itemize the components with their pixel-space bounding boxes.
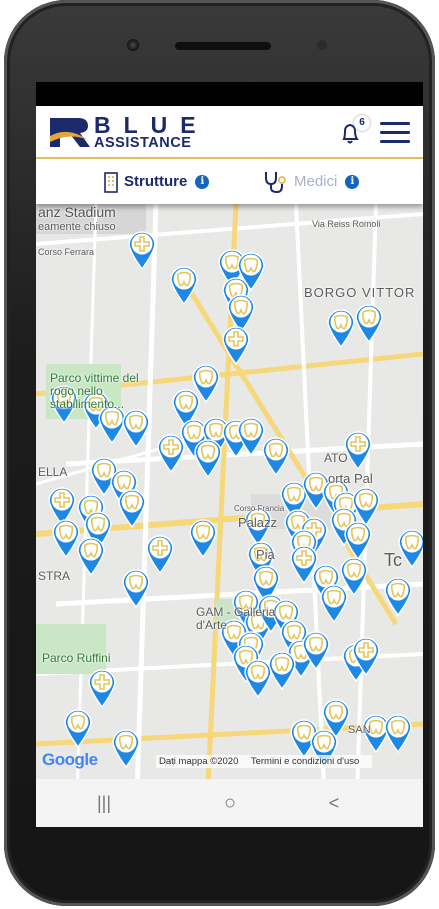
map-label-closed: eamente chiuso xyxy=(38,221,116,233)
screen: BLUE ASSISTANCE 6 Strutture i Medici i a… xyxy=(36,82,423,827)
tab-medici[interactable]: Medici i xyxy=(262,159,360,204)
map-label-ella: ELLA xyxy=(38,465,68,479)
clinic-pin-icon[interactable] xyxy=(221,325,251,365)
proximity-sensor xyxy=(317,40,327,50)
hamburger-line-icon xyxy=(380,131,410,134)
tab-bar: Strutture i Medici i xyxy=(36,159,423,204)
app-header: BLUE ASSISTANCE 6 xyxy=(36,106,423,159)
dentist-pin-icon[interactable] xyxy=(343,520,373,560)
map-label-corso-ferrara: Corso Ferrara xyxy=(38,247,95,257)
terms-link[interactable]: Termini e condizioni d'uso xyxy=(251,756,359,767)
map-attribution: Dati mappa ©2020 Termini e condizioni d'… xyxy=(156,755,373,768)
map-label-torino: Tc xyxy=(384,550,402,570)
tab-strutture-label: Strutture xyxy=(124,173,188,190)
map-label-san: SAN xyxy=(348,724,371,736)
map-label-stadium: anz Stadium xyxy=(38,204,116,220)
dentist-pin-icon[interactable] xyxy=(63,708,93,748)
dentist-pin-icon[interactable] xyxy=(111,728,141,768)
dentist-pin-icon[interactable] xyxy=(326,308,356,348)
earpiece-speaker xyxy=(175,42,271,50)
building-icon xyxy=(104,171,118,193)
dentist-pin-icon[interactable] xyxy=(319,583,349,623)
dentist-pin-icon[interactable] xyxy=(193,438,223,478)
android-nav-bar: ||| ○ < xyxy=(36,779,423,827)
stethoscope-icon xyxy=(265,171,286,193)
status-bar xyxy=(36,82,423,106)
map-data-credit: Dati mappa ©2020 xyxy=(159,756,239,767)
map-label-via-reiss: Via Reiss Romoli xyxy=(312,219,381,229)
tab-strutture[interactable]: Strutture i xyxy=(104,159,210,204)
dentist-pin-icon[interactable] xyxy=(121,408,151,448)
map-label-borgo-vittoria: BORGO VITTOR xyxy=(304,285,416,300)
back-button[interactable]: < xyxy=(324,793,344,813)
logo-mark-icon xyxy=(50,118,90,147)
map-label-parco-vittime: Parco vittime del rogo nello stabiliment… xyxy=(50,371,139,411)
map-label-corso-francia: Corso Francia xyxy=(234,504,285,513)
map-label-ato: ATO xyxy=(324,451,348,465)
clinic-pin-icon[interactable] xyxy=(87,668,117,708)
dentist-pin-icon[interactable] xyxy=(76,536,106,576)
dentist-pin-icon[interactable] xyxy=(261,436,291,476)
menu-button[interactable] xyxy=(380,122,410,144)
phone-frame: BLUE ASSISTANCE 6 Strutture i Medici i a… xyxy=(4,0,435,906)
dentist-pin-icon[interactable] xyxy=(267,650,297,690)
tab-medici-label: Medici xyxy=(294,173,338,190)
dentist-pin-icon[interactable] xyxy=(121,568,151,608)
dentist-pin-icon[interactable] xyxy=(383,576,413,616)
dentist-pin-icon[interactable] xyxy=(354,303,384,343)
map-label-stra: STRA xyxy=(38,569,71,583)
notification-count-badge: 6 xyxy=(354,115,370,131)
dentist-pin-icon[interactable] xyxy=(188,518,218,558)
dentist-pin-icon[interactable] xyxy=(301,630,331,670)
medici-info-icon[interactable]: i xyxy=(345,174,360,189)
recents-button[interactable]: ||| xyxy=(94,793,114,813)
dentist-pin-icon[interactable] xyxy=(169,265,199,305)
clinic-pin-icon[interactable] xyxy=(351,636,381,676)
map-view[interactable]: anz Stadium eamente chiuso Corso Ferrara… xyxy=(36,204,423,827)
brand-line2: ASSISTANCE xyxy=(94,135,192,151)
dentist-pin-icon[interactable] xyxy=(191,363,221,403)
strutture-info-icon[interactable]: i xyxy=(195,174,210,189)
map-label-gam: GAM - Galleria d'Arte xyxy=(196,605,276,632)
hamburger-line-icon xyxy=(380,122,410,125)
blue-assistance-logo[interactable]: BLUE ASSISTANCE xyxy=(48,112,228,151)
clinic-pin-icon[interactable] xyxy=(127,230,157,270)
home-button[interactable]: ○ xyxy=(220,792,240,814)
dentist-pin-icon[interactable] xyxy=(321,698,351,738)
clinic-pin-icon[interactable] xyxy=(156,433,186,473)
map-label-parco-ruffini: Parco Ruffini xyxy=(42,651,111,665)
map-label-porta-palazzo: orta Pal xyxy=(328,471,373,486)
map-label-palazzo: Palazz xyxy=(238,515,278,530)
hamburger-line-icon xyxy=(380,140,410,143)
map-label-piazza: Pia xyxy=(256,547,275,562)
front-camera xyxy=(127,39,139,51)
dentist-pin-icon[interactable] xyxy=(117,488,147,528)
google-logo: Google xyxy=(42,750,98,769)
dentist-pin-icon[interactable] xyxy=(383,713,413,753)
